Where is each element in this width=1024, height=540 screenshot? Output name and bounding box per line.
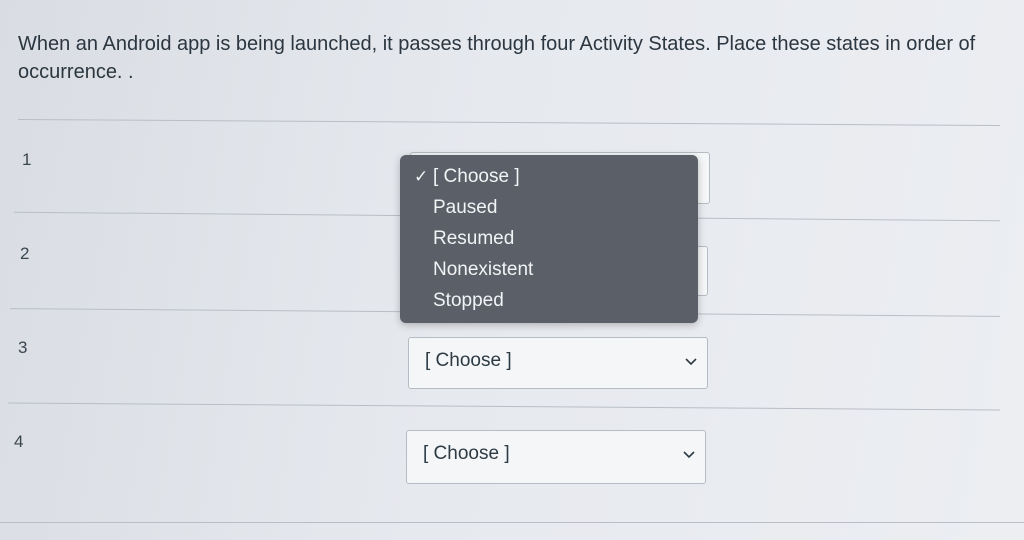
option-label: Paused — [433, 197, 498, 218]
divider — [18, 119, 1000, 126]
dropdown-option-stopped[interactable]: Stopped — [400, 287, 698, 318]
option-label: Nonexistent — [433, 259, 534, 280]
row-number-2: 2 — [20, 244, 30, 263]
chevron-down-icon — [683, 451, 695, 459]
answer-select-3[interactable]: [ Choose ] — [408, 337, 708, 389]
dropdown-menu: ✓ [ Choose ] Paused Resumed Nonexistent … — [400, 155, 698, 323]
row-number-1: 1 — [22, 150, 32, 169]
dropdown-option-nonexistent[interactable]: Nonexistent — [400, 256, 698, 287]
dropdown-option-resumed[interactable]: Resumed — [400, 225, 698, 256]
option-label: Resumed — [433, 228, 515, 249]
row-number-3: 3 — [18, 338, 28, 357]
chevron-down-icon — [685, 358, 697, 366]
select-value: [ Choose ] — [423, 443, 510, 464]
option-label: [ Choose ] — [433, 166, 520, 187]
question-text: When an Android app is being launched, i… — [18, 33, 976, 83]
dropdown-option-paused[interactable]: Paused — [400, 194, 698, 225]
select-value: [ Choose ] — [425, 350, 512, 371]
option-label: Stopped — [433, 290, 504, 311]
answer-select-4[interactable]: [ Choose ] — [406, 430, 706, 484]
checkmark-icon: ✓ — [414, 167, 429, 186]
divider — [0, 522, 1024, 523]
dropdown-option-choose[interactable]: ✓ [ Choose ] — [400, 163, 698, 194]
divider — [8, 402, 1000, 411]
row-number-4: 4 — [14, 432, 24, 451]
